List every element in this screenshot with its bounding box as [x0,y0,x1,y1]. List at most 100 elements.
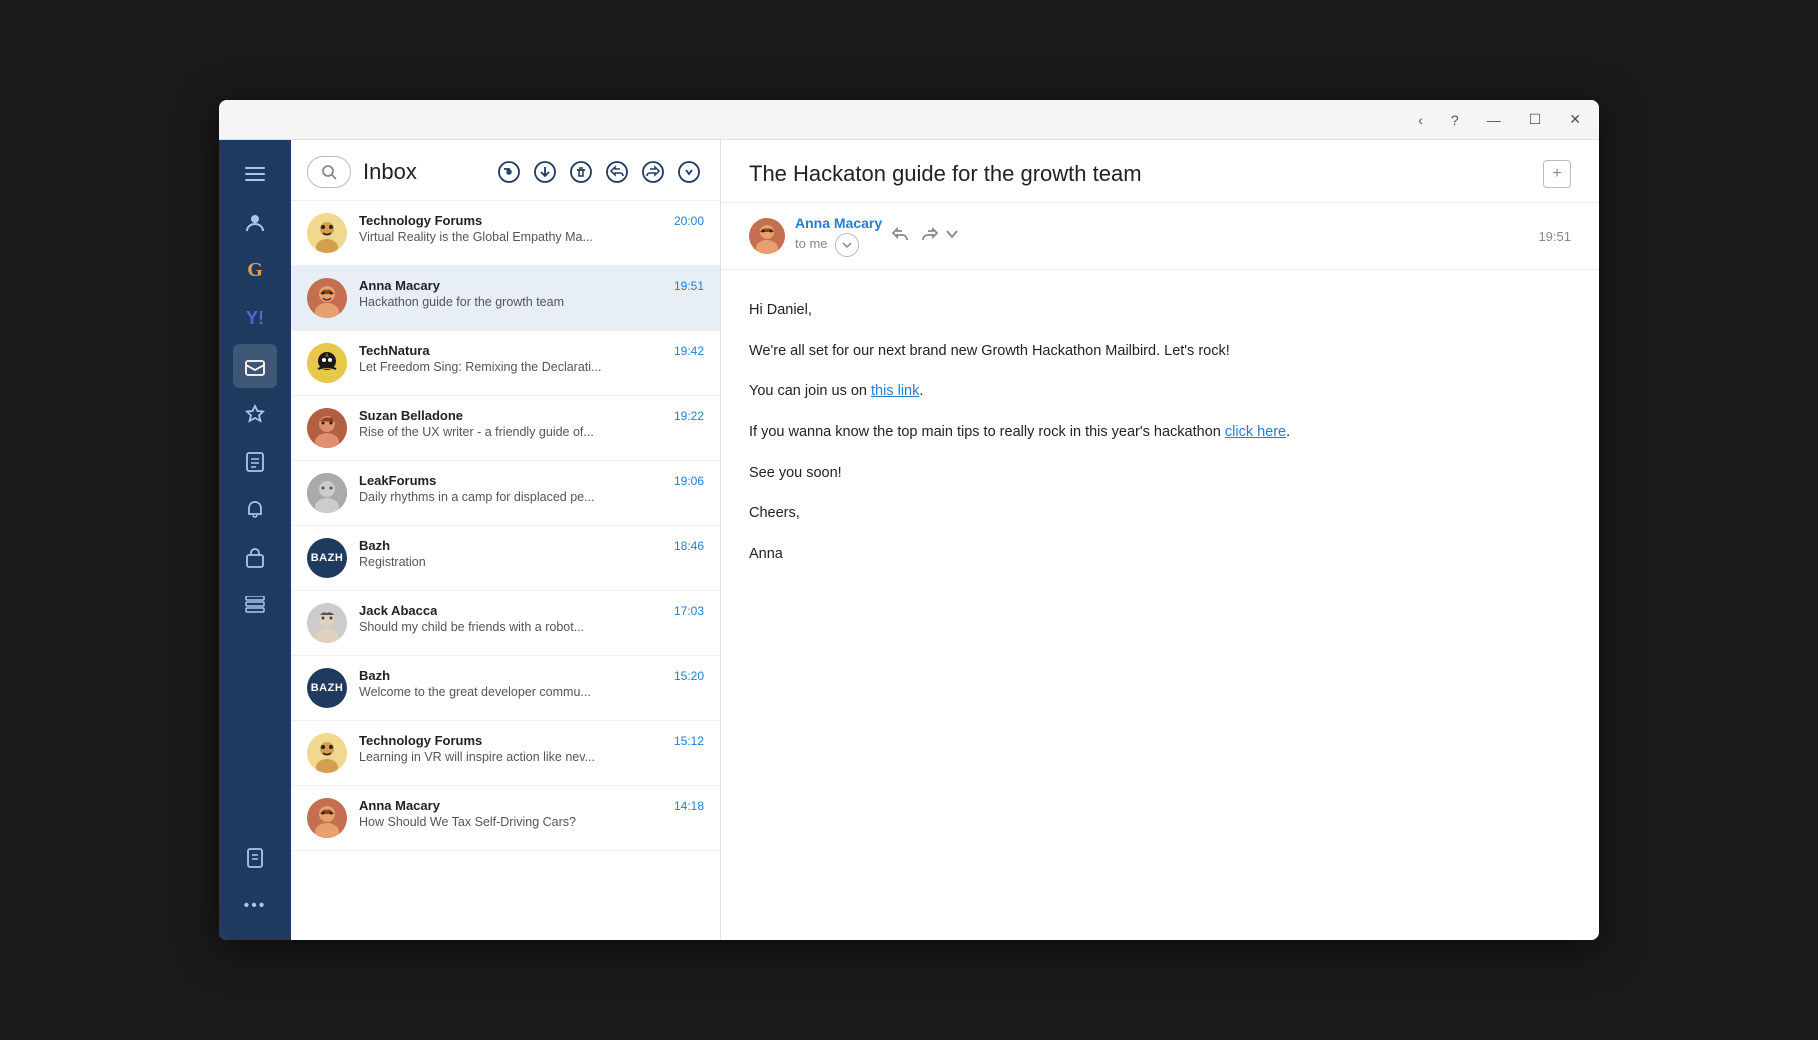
email-content: Technology Forums 20:00 Virtual Reality … [359,213,704,244]
email-subject: Registration [359,555,704,569]
email-subject: Should my child be friends with a robot.… [359,620,704,634]
sidebar-contacts[interactable] [233,200,277,244]
email-subject: Virtual Reality is the Global Empathy Ma… [359,230,704,244]
email-item[interactable]: TechNatura 19:42 Let Freedom Sing: Remix… [291,331,720,396]
email-body: Hi Daniel, We're all set for our next br… [721,270,1599,940]
email-item[interactable]: Suzan Belladone 19:22 Rise of the UX wri… [291,396,720,461]
email-sender: TechNatura [359,343,430,358]
sidebar-menu[interactable] [233,152,277,196]
maximize-button[interactable]: ☐ [1523,109,1548,130]
email-meta: Suzan Belladone 19:22 [359,408,704,423]
minimize-button[interactable]: — [1481,110,1507,130]
help-button[interactable]: ? [1445,110,1465,130]
email-item[interactable]: Technology Forums 15:12 Learning in VR w… [291,721,720,786]
email-sender: Anna Macary [359,278,440,293]
email-sender: Bazh [359,668,390,683]
email-item[interactable]: Jack Abacca 17:03 Should my child be fri… [291,591,720,656]
forward-icon-button[interactable] [918,226,938,247]
email-time: 19:06 [674,474,704,488]
avatar [307,213,347,253]
sidebar-more[interactable]: ••• [233,884,277,928]
more-button[interactable] [674,157,704,187]
avatar [307,603,347,643]
email-subject: Welcome to the great developer commu... [359,685,704,699]
inbox-title: Inbox [363,159,482,185]
email-time: 14:18 [674,799,704,813]
avatar [307,733,347,773]
email-sender: Technology Forums [359,733,482,748]
avatar [307,473,347,513]
reply-button[interactable] [602,157,632,187]
email-content: Anna Macary 19:51 Hackathon guide for th… [359,278,704,309]
forward-button[interactable] [638,157,668,187]
sidebar-notes[interactable] [233,440,277,484]
app-body: G Y! [219,140,1599,940]
email-item[interactable]: Technology Forums 20:00 Virtual Reality … [291,201,720,266]
sender-to: to me [795,233,882,257]
avatar [307,343,347,383]
avatar [307,798,347,838]
reply-icon-button[interactable] [892,226,912,247]
email-time: 15:20 [674,669,704,683]
sidebar-starred[interactable] [233,392,277,436]
body-paragraph6: Anna [749,542,1571,567]
sidebar-addressbook[interactable] [233,836,277,880]
email-subject: Rise of the UX writer - a friendly guide… [359,425,704,439]
sender-avatar [749,218,785,254]
body-paragraph4: See you soon! [749,461,1571,486]
body-paragraph3: If you wanna know the top main tips to r… [749,420,1571,445]
email-time: 19:22 [674,409,704,423]
email-item[interactable]: LeakForums 19:06 Daily rhythms in a camp… [291,461,720,526]
body-paragraph5: Cheers, [749,501,1571,526]
email-detail: The Hackaton guide for the growth team + [721,140,1599,940]
email-content: TechNatura 19:42 Let Freedom Sing: Remix… [359,343,704,374]
email-time: 18:46 [674,539,704,553]
sidebar-tags[interactable] [233,584,277,628]
email-meta: TechNatura 19:42 [359,343,704,358]
sidebar-inbox[interactable] [233,344,277,388]
email-content: Anna Macary 14:18 How Should We Tax Self… [359,798,704,829]
close-button[interactable]: ✕ [1563,109,1587,130]
email-detail-header: The Hackaton guide for the growth team + [721,140,1599,203]
titlebar: ‹ ? — ☐ ✕ [219,100,1599,140]
email-item[interactable]: Anna Macary 14:18 How Should We Tax Self… [291,786,720,851]
add-button[interactable]: + [1543,160,1571,188]
email-item[interactable]: BAZH Bazh 18:46 Registration [291,526,720,591]
more-reply-button[interactable] [944,226,960,247]
sidebar-google[interactable]: G [233,248,277,292]
email-subject: How Should We Tax Self-Driving Cars? [359,815,704,829]
this-link[interactable]: this link [871,383,919,399]
body-paragraph1: We're all set for our next brand new Gro… [749,339,1571,364]
click-here-link[interactable]: click here [1225,424,1286,440]
email-time: 17:03 [674,604,704,618]
download-button[interactable] [530,157,560,187]
sidebar-notifications[interactable] [233,488,277,532]
avatar: BAZH [307,538,347,578]
expand-sender-button[interactable] [835,233,859,257]
email-sender: Anna Macary [359,798,440,813]
email-list: Technology Forums 20:00 Virtual Reality … [291,201,720,940]
email-content: Bazh 15:20 Welcome to the great develope… [359,668,704,699]
email-item[interactable]: BAZH Bazh 15:20 Welcome to the great dev… [291,656,720,721]
sidebar-bag[interactable] [233,536,277,580]
search-box[interactable] [307,156,351,188]
email-time: 19:42 [674,344,704,358]
sender-name: Anna Macary [795,215,882,231]
avatar: BAZH [307,668,347,708]
email-meta: Anna Macary 19:51 [359,278,704,293]
email-detail-subheader: Anna Macary to me [721,203,1599,270]
email-item[interactable]: Anna Macary 19:51 Hackathon guide for th… [291,266,720,331]
email-sender: Technology Forums [359,213,482,228]
email-content: Suzan Belladone 19:22 Rise of the UX wri… [359,408,704,439]
email-detail-title: The Hackaton guide for the growth team [749,161,1142,187]
delete-button[interactable] [566,157,596,187]
toolbar-icons [494,157,704,187]
email-meta: Jack Abacca 17:03 [359,603,704,618]
email-meta: Technology Forums 20:00 [359,213,704,228]
compose-button[interactable] [494,157,524,187]
sidebar-yahoo[interactable]: Y! [233,296,277,340]
email-sender: LeakForums [359,473,436,488]
email-sender: Bazh [359,538,390,553]
email-content: Bazh 18:46 Registration [359,538,704,569]
back-button[interactable]: ‹ [1412,110,1429,130]
